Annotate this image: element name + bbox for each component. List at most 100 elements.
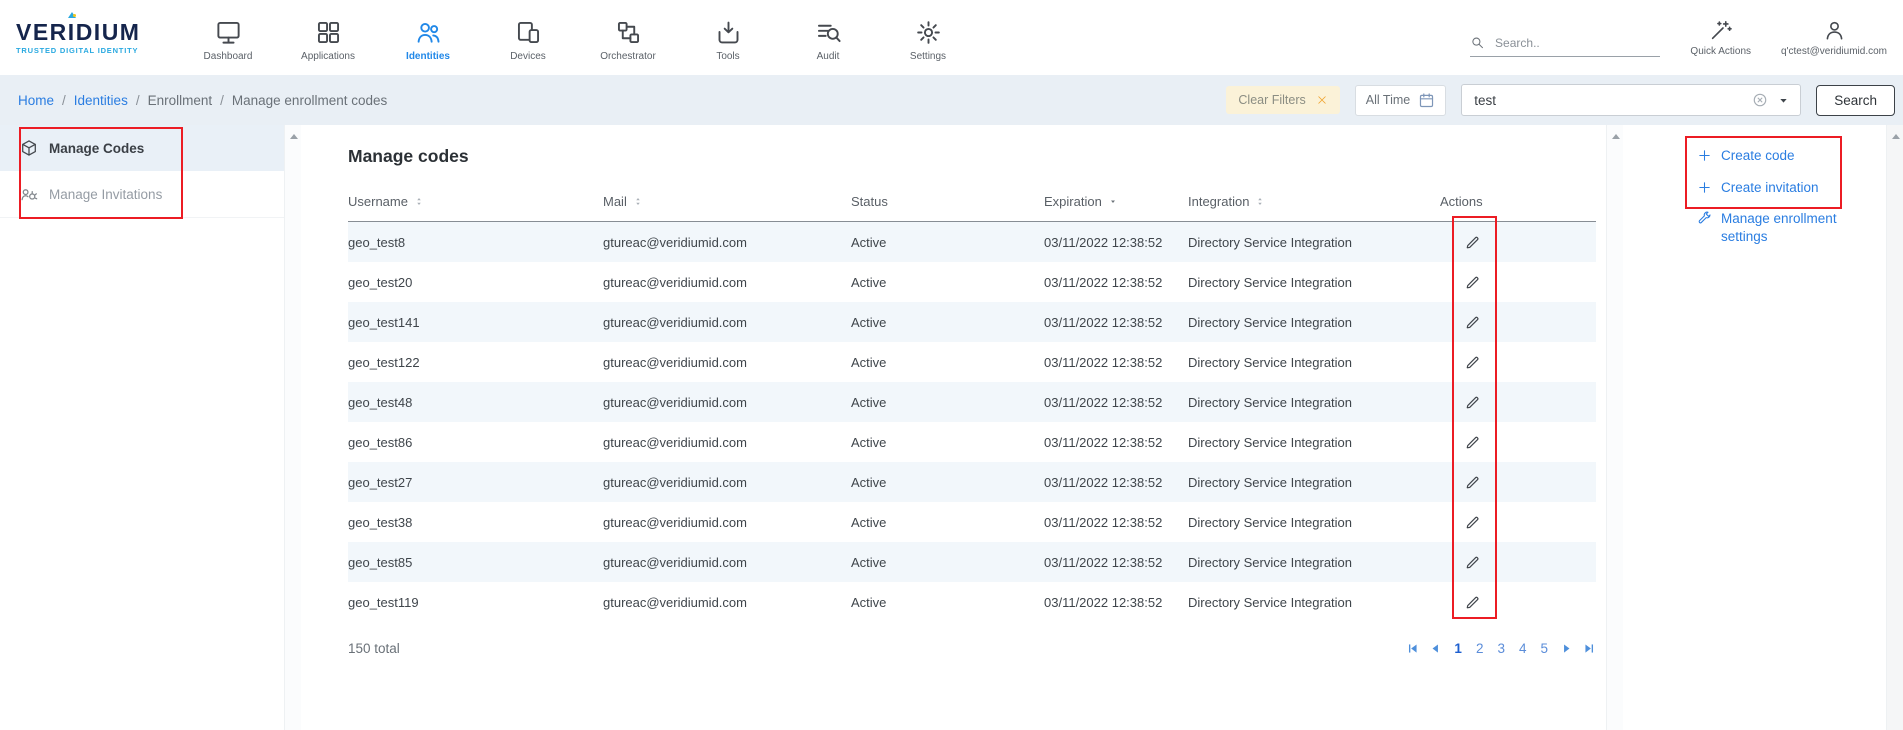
cell-expiration: 03/11/2022 12:38:52	[1044, 262, 1188, 302]
column-header-integration[interactable]: Integration	[1188, 181, 1440, 222]
identities-icon	[415, 19, 442, 46]
pagination-page-1[interactable]: 1	[1452, 641, 1464, 656]
search-button[interactable]: Search	[1816, 85, 1895, 116]
edit-pencil-icon[interactable]	[1464, 514, 1481, 531]
page-title: Manage codes	[348, 146, 1606, 167]
cell-integration: Directory Service Integration	[1188, 222, 1440, 263]
manage-enrollment-settings-link[interactable]: Manage enrollment settings	[1697, 210, 1859, 245]
filter-search-input[interactable]	[1472, 92, 1743, 109]
pagination-prev-button[interactable]	[1429, 642, 1442, 655]
logo-tagline: TRUSTED DIGITAL IDENTITY	[16, 46, 166, 55]
edit-pencil-icon[interactable]	[1464, 474, 1481, 491]
cell-expiration: 03/11/2022 12:38:52	[1044, 542, 1188, 582]
edit-pencil-icon[interactable]	[1464, 434, 1481, 451]
pagination-last-button[interactable]	[1583, 642, 1596, 655]
cell-expiration: 03/11/2022 12:38:52	[1044, 422, 1188, 462]
cell-expiration: 03/11/2022 12:38:52	[1044, 462, 1188, 502]
sidebar-item-manage-codes[interactable]: Manage Codes	[0, 125, 284, 171]
cell-status: Active	[851, 422, 1044, 462]
pagination-page-3[interactable]: 3	[1495, 641, 1507, 656]
scroll-up-arrow-icon[interactable]	[1892, 134, 1900, 139]
edit-pencil-icon[interactable]	[1464, 594, 1481, 611]
edit-pencil-icon[interactable]	[1464, 554, 1481, 571]
sort-icon	[633, 195, 643, 208]
sidebar-item-manage-invitations[interactable]: Manage Invitations	[0, 171, 284, 218]
edit-pencil-icon[interactable]	[1464, 314, 1481, 331]
quick-actions-button[interactable]: Quick Actions	[1690, 19, 1751, 57]
veridium-admin-page: VERIDIUM TRUSTED DIGITAL IDENTITY Dashbo…	[0, 0, 1903, 730]
table-row: geo_test48gtureac@veridiumid.comActive03…	[348, 382, 1596, 422]
cell-actions	[1440, 222, 1596, 263]
cell-username: geo_test119	[348, 582, 603, 622]
codes-table-body: geo_test8gtureac@veridiumid.comActive03/…	[348, 222, 1596, 623]
pagination-page-4[interactable]: 4	[1517, 641, 1529, 656]
nav-item-devices[interactable]: Devices	[478, 13, 578, 62]
column-label: Integration	[1188, 194, 1249, 209]
create-code-link[interactable]: Create code	[1697, 147, 1859, 165]
nav-item-settings[interactable]: Settings	[878, 13, 978, 62]
column-header-username[interactable]: Username	[348, 181, 603, 222]
wand-icon	[1709, 19, 1732, 42]
breadcrumb: Home/Identities/Enrollment/Manage enroll…	[18, 93, 387, 108]
cell-mail: gtureac@veridiumid.com	[603, 462, 851, 502]
global-search[interactable]	[1470, 23, 1660, 57]
codes-table: UsernameMailStatusExpirationIntegrationA…	[348, 181, 1596, 622]
pagination-next-button[interactable]	[1560, 642, 1573, 655]
close-icon	[1316, 94, 1328, 106]
user-menu[interactable]: q'ctest@veridiumid.com	[1781, 19, 1887, 57]
audit-icon	[815, 19, 842, 46]
cell-username: geo_test8	[348, 222, 603, 263]
wrench-icon	[1697, 211, 1712, 226]
global-search-input[interactable]	[1493, 35, 1660, 51]
veridium-logo[interactable]: VERIDIUM TRUSTED DIGITAL IDENTITY	[16, 21, 166, 55]
nav-item-label: Applications	[301, 51, 355, 62]
clear-filters-button[interactable]: Clear Filters	[1226, 86, 1339, 114]
create-invitation-link[interactable]: Create invitation	[1697, 179, 1859, 197]
logo-wordmark: VERIDIUM	[16, 21, 166, 44]
devices-icon	[515, 19, 542, 46]
clear-search-icon[interactable]	[1752, 92, 1768, 108]
table-row: geo_test20gtureac@veridiumid.comActive03…	[348, 262, 1596, 302]
main-scrollbar[interactable]	[1606, 125, 1624, 730]
cell-actions	[1440, 502, 1596, 542]
table-row: geo_test8gtureac@veridiumid.comActive03/…	[348, 222, 1596, 263]
nav-item-applications[interactable]: Applications	[278, 13, 378, 62]
codes-table-header-row: UsernameMailStatusExpirationIntegrationA…	[348, 181, 1596, 222]
nav-item-label: Devices	[510, 51, 546, 62]
pagination-page-2[interactable]: 2	[1474, 641, 1486, 656]
nav-item-identities[interactable]: Identities	[378, 13, 478, 62]
cell-integration: Directory Service Integration	[1188, 422, 1440, 462]
chevron-down-icon[interactable]	[1777, 94, 1790, 107]
sidebar-scrollbar[interactable]	[284, 125, 302, 730]
edit-pencil-icon[interactable]	[1464, 274, 1481, 291]
cell-mail: gtureac@veridiumid.com	[603, 222, 851, 263]
cell-username: geo_test141	[348, 302, 603, 342]
pagination-first-button[interactable]	[1406, 642, 1419, 655]
cell-username: geo_test122	[348, 342, 603, 382]
time-range-filter[interactable]: All Time	[1355, 85, 1446, 116]
scroll-up-arrow-icon[interactable]	[1612, 134, 1620, 139]
cell-status: Active	[851, 582, 1044, 622]
breadcrumb-item-identities[interactable]: Identities	[74, 93, 128, 108]
cell-integration: Directory Service Integration	[1188, 262, 1440, 302]
cell-integration: Directory Service Integration	[1188, 542, 1440, 582]
pagination-page-5[interactable]: 5	[1538, 641, 1550, 656]
page-scrollbar[interactable]	[1886, 125, 1903, 730]
nav-item-dashboard[interactable]: Dashboard	[178, 13, 278, 62]
nav-item-audit[interactable]: Audit	[778, 13, 878, 62]
column-header-expiration[interactable]: Expiration	[1044, 181, 1188, 222]
nav-item-label: Dashboard	[204, 51, 253, 62]
edit-pencil-icon[interactable]	[1464, 354, 1481, 371]
nav-item-orchestrator[interactable]: Orchestrator	[578, 13, 678, 62]
column-header-mail[interactable]: Mail	[603, 181, 851, 222]
scroll-up-arrow-icon[interactable]	[290, 134, 298, 139]
cell-status: Active	[851, 342, 1044, 382]
nav-item-tools[interactable]: Tools	[678, 13, 778, 62]
invitations-icon	[20, 185, 38, 203]
quick-actions-label: Quick Actions	[1690, 46, 1751, 57]
edit-pencil-icon[interactable]	[1464, 234, 1481, 251]
column-label: Mail	[603, 194, 627, 209]
edit-pencil-icon[interactable]	[1464, 394, 1481, 411]
breadcrumb-item-home[interactable]: Home	[18, 93, 54, 108]
cell-actions	[1440, 462, 1596, 502]
